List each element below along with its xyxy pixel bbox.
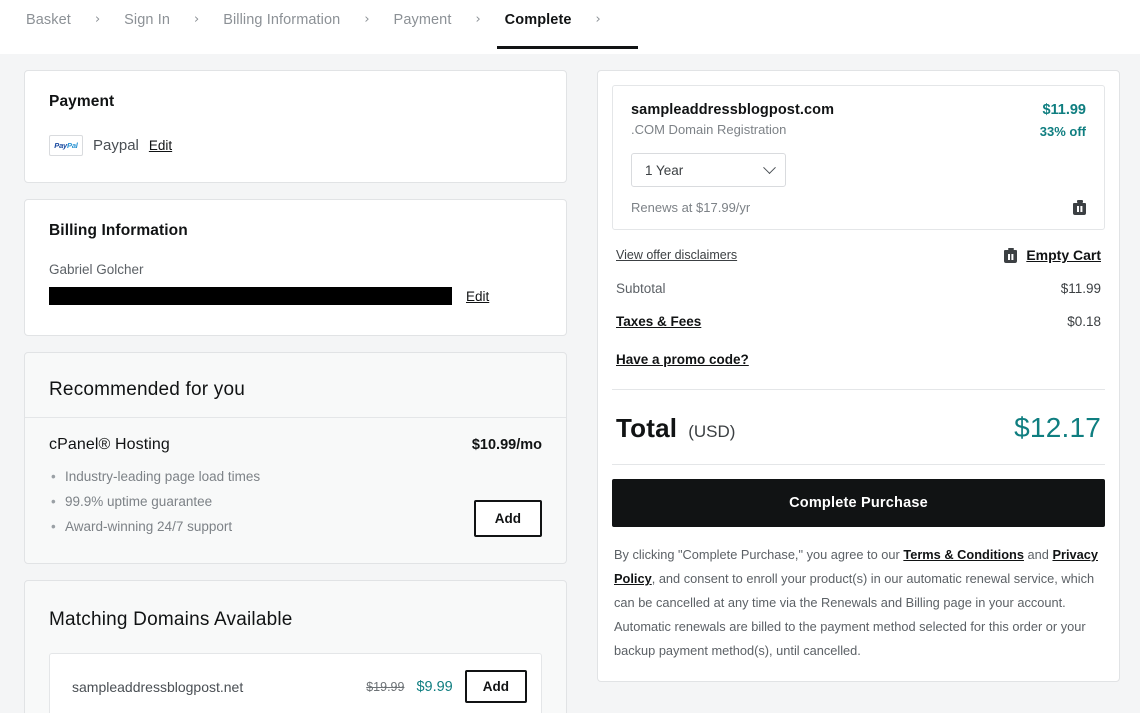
matching-domain-original-price: $19.99 xyxy=(366,679,405,694)
empty-cart-label: Empty Cart xyxy=(1026,247,1101,263)
chevron-right-icon: › xyxy=(364,12,370,27)
view-offer-disclaimers-link[interactable]: View offer disclaimers xyxy=(616,248,737,262)
checkout-breadcrumb-header: Basket › Sign In › Billing Information ›… xyxy=(0,0,1140,54)
legal-disclaimer: By clicking "Complete Purchase," you agr… xyxy=(612,543,1105,663)
recommended-product-price: $10.99/mo xyxy=(471,437,542,453)
billing-address-row: Edit xyxy=(49,287,542,305)
payment-method-name: Paypal xyxy=(93,137,139,154)
checkout-left-column: Payment PayPal Paypal Edit Billing Infor… xyxy=(24,54,567,713)
checkout-page: Basket › Sign In › Billing Information ›… xyxy=(0,0,1140,713)
list-item: Industry-leading page load times xyxy=(49,464,542,489)
billing-card-title: Billing Information xyxy=(49,222,188,239)
recommended-card: Recommended for you cPanel® Hosting $10.… xyxy=(24,352,567,564)
payment-card-title: Payment xyxy=(49,93,115,110)
cart-summary-panel: sampleaddressblogpost.com .COM Domain Re… xyxy=(597,70,1120,682)
cart-item-subtitle: .COM Domain Registration xyxy=(631,122,787,137)
breadcrumb-step-billing-information[interactable]: Billing Information xyxy=(213,0,350,40)
terms-and-conditions-link[interactable]: Terms & Conditions xyxy=(903,547,1024,562)
paypal-icon: PayPal xyxy=(49,135,83,156)
matching-domain-sale-price: $9.99 xyxy=(416,678,453,695)
breadcrumb-step-basket[interactable]: Basket xyxy=(16,0,81,40)
legal-text-part-1: By clicking "Complete Purchase," you agr… xyxy=(614,547,904,562)
matching-domain-row: sampleaddressblogpost.net $19.99 $9.99 A… xyxy=(49,653,542,713)
payment-edit-link[interactable]: Edit xyxy=(149,138,172,153)
total-label: Total xyxy=(616,412,678,443)
chevron-right-icon: › xyxy=(595,12,601,27)
breadcrumb-step-sign-in[interactable]: Sign In xyxy=(114,0,180,40)
divider xyxy=(612,464,1105,465)
checkout-body: Payment PayPal Paypal Edit Billing Infor… xyxy=(0,54,1140,713)
billing-edit-link[interactable]: Edit xyxy=(466,289,489,304)
matching-domains-heading: Matching Domains Available xyxy=(49,609,293,630)
recommended-product-name: cPanel® Hosting xyxy=(49,436,170,453)
recommended-item-cpanel-hosting: cPanel® Hosting $10.99/mo Industry-leadi… xyxy=(25,418,566,563)
empty-cart-button[interactable]: Empty Cart xyxy=(1004,247,1101,263)
cart-item-renewal-note: Renews at $17.99/yr xyxy=(631,200,751,215)
cart-line-item: sampleaddressblogpost.com .COM Domain Re… xyxy=(612,85,1105,230)
billing-customer-name: Gabriel Golcher xyxy=(49,262,144,277)
total-currency: (USD) xyxy=(688,421,736,441)
payment-method-row: PayPal Paypal Edit xyxy=(49,135,542,156)
chevron-down-icon xyxy=(763,160,776,174)
cart-item-term-value: 1 Year xyxy=(645,162,684,178)
taxes-and-fees-value: $0.18 xyxy=(1067,314,1101,329)
chevron-right-icon: › xyxy=(193,12,200,27)
cart-item-term-select[interactable]: 1 Year xyxy=(631,153,786,187)
recommended-heading: Recommended for you xyxy=(49,379,246,400)
trash-icon xyxy=(1004,247,1018,263)
subtotal-value: $11.99 xyxy=(1060,281,1101,296)
breadcrumb-step-payment[interactable]: Payment xyxy=(384,0,462,40)
billing-information-card: Billing Information Gabriel Golcher Edit xyxy=(24,199,567,336)
payment-card: Payment PayPal Paypal Edit xyxy=(24,70,567,183)
complete-purchase-button[interactable]: Complete Purchase xyxy=(612,479,1105,527)
breadcrumb-step-complete[interactable]: Complete xyxy=(495,0,638,49)
breadcrumb-label-payment: Payment xyxy=(393,12,452,28)
breadcrumb-label-basket: Basket xyxy=(26,12,71,28)
trash-icon[interactable] xyxy=(1073,200,1086,215)
total-amount: $12.17 xyxy=(1014,412,1101,443)
matching-domain-add-button[interactable]: Add xyxy=(464,670,527,703)
breadcrumb-label-billing-information: Billing Information xyxy=(223,12,341,28)
total-row: Total (USD) $12.17 xyxy=(612,390,1105,464)
chevron-right-icon: › xyxy=(475,12,481,27)
cart-item-price: $11.99 xyxy=(1042,102,1086,118)
cart-item-domain: sampleaddressblogpost.com xyxy=(631,102,835,118)
breadcrumb-label-sign-in: Sign In xyxy=(124,12,170,28)
legal-text-part-2: and xyxy=(1023,547,1053,562)
checkout-right-column: sampleaddressblogpost.com .COM Domain Re… xyxy=(597,54,1120,713)
cart-item-discount-badge: 33% off xyxy=(1039,124,1086,139)
promo-code-link[interactable]: Have a promo code? xyxy=(616,352,749,367)
taxes-and-fees-link[interactable]: Taxes & Fees xyxy=(616,314,701,329)
chevron-right-icon: › xyxy=(94,12,101,27)
list-item: 99.9% uptime guarantee xyxy=(49,489,542,514)
matching-domain-name: sampleaddressblogpost.net xyxy=(72,678,244,695)
breadcrumb-label-complete: Complete xyxy=(504,12,572,28)
breadcrumb: Basket › Sign In › Billing Information ›… xyxy=(16,0,638,49)
subtotal-label: Subtotal xyxy=(616,281,666,296)
legal-text-part-3: , and consent to enroll your product(s) … xyxy=(614,571,1095,658)
matching-domains-card: Matching Domains Available sampleaddress… xyxy=(24,580,567,713)
billing-address-redacted xyxy=(49,287,452,305)
recommended-add-button[interactable]: Add xyxy=(473,500,542,537)
list-item: Award-winning 24/7 support xyxy=(49,514,542,539)
recommended-feature-list: Industry-leading page load times 99.9% u… xyxy=(49,464,542,539)
